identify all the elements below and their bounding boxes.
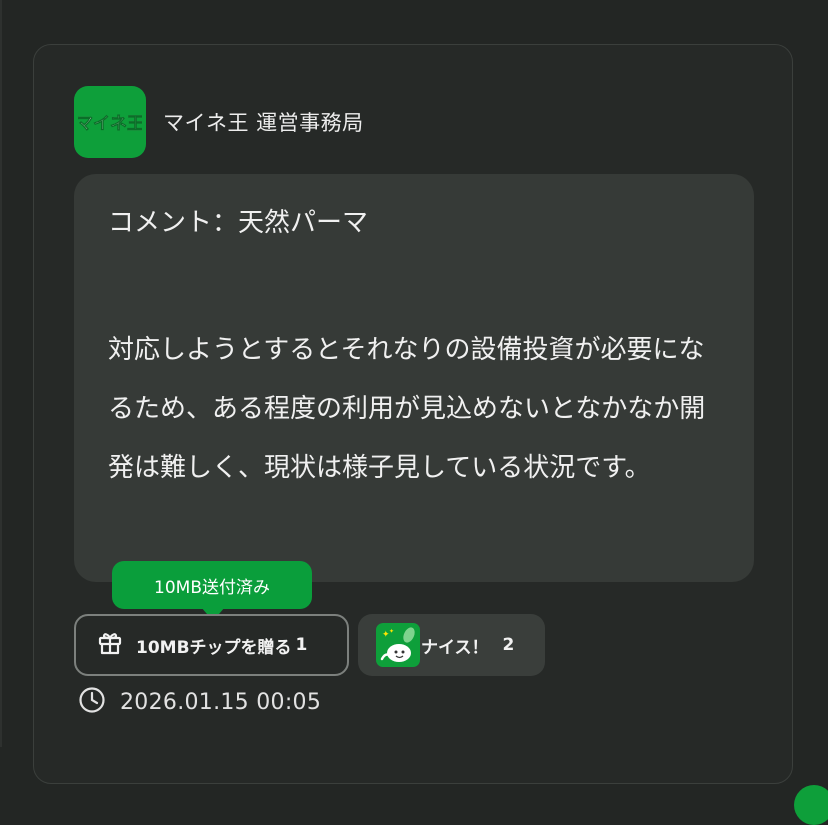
mineo-logo-icon: マイネ王 <box>78 114 142 135</box>
nice-label: ナイス！ <box>421 637 489 658</box>
next-card-avatar <box>794 785 828 825</box>
timestamp-text: 2026.01.15 00:05 <box>120 689 322 715</box>
post-header: マイネ王 マイネ王 運営事務局 <box>74 86 364 158</box>
tip-button-label: 10MBチップを贈る <box>136 637 292 658</box>
mineo-app-icon[interactable]: マイネ王 <box>74 86 146 158</box>
nice-button[interactable]: ✦ ✦ ナイス！ 2 <box>358 614 545 676</box>
nice-count: 2 <box>502 635 515 655</box>
tip-10mb-button[interactable]: 10MBチップを贈る 1 <box>74 614 349 676</box>
page-edge <box>0 0 2 747</box>
answer-card: マイネ王 マイネ王 運営事務局 コメント：天然パーマ 対応しようとするとそれなり… <box>33 44 828 825</box>
tip-button-count: 1 <box>295 635 308 655</box>
gift-icon <box>96 629 124 661</box>
nice-stamp-icon: ✦ ✦ <box>376 623 420 667</box>
answer-body: 対応しようとするとそれなりの設備投資が必要になるため、ある程度の利用が見込めない… <box>108 335 706 483</box>
post-timestamp: 2026.01.15 00:05 <box>78 686 321 718</box>
clock-icon <box>78 686 106 718</box>
comment-quote: コメント：天然パーマ <box>108 208 369 238</box>
comment-bubble: コメント：天然パーマ 対応しようとするとそれなりの設備投資が必要になるため、ある… <box>74 174 754 582</box>
svg-text:マイネ王: マイネ王 <box>78 114 142 134</box>
svg-text:✦: ✦ <box>389 628 394 635</box>
sent-tooltip: 10MB送付済み <box>112 561 312 609</box>
publisher-name[interactable]: マイネ王 運営事務局 <box>163 107 364 137</box>
